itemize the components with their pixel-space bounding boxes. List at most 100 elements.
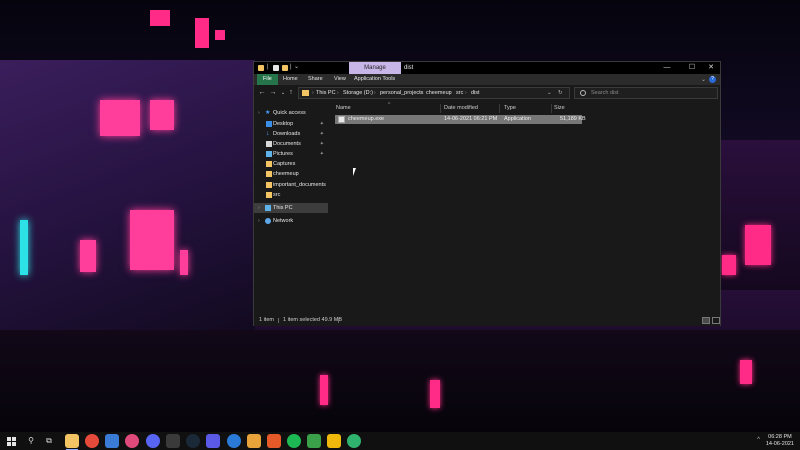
pin-icon: ✦ — [319, 131, 324, 137]
search-icon[interactable]: ⚲ — [24, 434, 38, 448]
search-icon — [580, 90, 586, 96]
recent-locations-icon[interactable]: ⌄ — [279, 88, 287, 98]
status-bar: 1 item 1 item selected 49.9 MB — [254, 315, 720, 326]
expand-icon[interactable]: › — [258, 108, 260, 118]
wallpaper-reflection — [740, 360, 752, 384]
expand-icon[interactable]: › — [258, 216, 260, 226]
task-view-icon[interactable]: ⧉ — [42, 434, 56, 448]
column-header-date-modified[interactable]: Date modified — [444, 103, 500, 113]
new-folder-icon[interactable] — [282, 65, 288, 71]
nav-item-documents[interactable]: Documents ✦ — [254, 139, 328, 149]
mouse-cursor-icon — [353, 168, 356, 176]
navigation-bar: ← → ⌄ ↑ › This PC › Storage (D:) › perso… — [254, 85, 720, 101]
column-header-name[interactable]: Name ^ — [336, 102, 441, 113]
chevron-down-icon[interactable]: ⌄ — [294, 64, 301, 71]
file-row[interactable]: cheemeup.exe 14-06-2021 06:21 PM Applica… — [335, 115, 586, 124]
breadcrumb-cheemeup[interactable]: cheemeup — [426, 88, 452, 98]
window-title: dist — [404, 65, 414, 71]
help-icon[interactable]: ? — [709, 76, 716, 83]
folder-icon — [266, 182, 272, 188]
column-divider[interactable] — [551, 104, 552, 113]
spotify-icon[interactable] — [287, 434, 301, 448]
column-divider[interactable] — [440, 104, 441, 113]
column-divider[interactable] — [499, 104, 500, 113]
breadcrumb-storage[interactable]: Storage (D:) — [343, 88, 373, 98]
nav-item-cheemeup[interactable]: cheemeup — [254, 169, 328, 179]
breadcrumb-separator: › — [312, 90, 314, 96]
app-icon[interactable] — [307, 434, 321, 448]
taskbar-clock[interactable]: 06:28 PM 14-06-2021 — [766, 434, 794, 448]
steam-icon[interactable] — [186, 434, 200, 448]
app-icon[interactable] — [206, 434, 220, 448]
manage-tab[interactable]: Manage — [349, 62, 401, 74]
tab-home[interactable]: Home — [283, 74, 298, 85]
nav-item-desktop[interactable]: Desktop ✦ — [254, 119, 328, 129]
nav-item-pictures[interactable]: Pictures ✦ — [254, 149, 328, 159]
computer-icon — [265, 205, 271, 211]
tray-chevron-icon[interactable]: ^ — [757, 437, 760, 443]
breadcrumb-this-pc[interactable]: This PC — [316, 88, 336, 98]
documents-icon — [266, 141, 272, 147]
nav-label: Captures — [273, 161, 296, 167]
chrome-icon[interactable] — [85, 434, 99, 448]
wallpaper-window — [130, 210, 174, 270]
nav-item-this-pc[interactable]: › This PC — [254, 203, 328, 213]
column-header-type[interactable]: Type — [504, 103, 549, 113]
up-arrow-icon[interactable]: ↑ — [287, 88, 295, 98]
wallpaper-neon-sign — [722, 255, 736, 275]
sort-ascending-icon: ^ — [388, 102, 391, 108]
app-icon[interactable] — [227, 434, 241, 448]
tab-file[interactable]: File — [257, 74, 278, 85]
nav-item-network[interactable]: › Network — [254, 216, 328, 226]
properties-icon[interactable] — [273, 65, 279, 71]
app-icon[interactable] — [347, 434, 361, 448]
vscode-icon[interactable] — [105, 434, 119, 448]
nav-item-captures[interactable]: Captures — [254, 159, 328, 169]
address-dropdown-icon[interactable]: ⌄ — [547, 88, 552, 98]
app-icon[interactable] — [125, 434, 139, 448]
clock-date: 14-06-2021 — [765, 441, 794, 447]
wallpaper-neon-block — [215, 30, 225, 40]
file-explorer-icon[interactable] — [65, 434, 79, 450]
star-icon: ★ — [265, 110, 271, 116]
details-view-button[interactable] — [702, 317, 710, 324]
tab-share[interactable]: Share — [308, 74, 323, 85]
app-icon[interactable] — [267, 434, 281, 448]
epic-games-icon[interactable] — [166, 434, 180, 448]
nav-label: src — [273, 192, 281, 198]
nav-label: Desktop — [273, 121, 294, 127]
nav-item-quick-access[interactable]: › ★ Quick access — [254, 108, 328, 118]
wallpaper-neon-sign — [80, 240, 96, 272]
large-icons-view-button[interactable] — [712, 317, 720, 324]
wallpaper-window — [100, 100, 140, 136]
start-button[interactable] — [5, 434, 19, 448]
ribbon-expand-icon[interactable]: ⌄ — [701, 76, 706, 83]
tab-view[interactable]: View — [334, 74, 346, 85]
wallpaper-reflection — [430, 380, 440, 408]
breadcrumb-separator: › — [337, 90, 339, 96]
breadcrumb-dist[interactable]: dist — [471, 88, 480, 98]
address-bar[interactable]: › This PC › Storage (D:) › personal_proj… — [298, 87, 570, 99]
column-header-size[interactable]: Size — [554, 103, 582, 113]
back-arrow-icon[interactable]: ← — [258, 88, 266, 98]
nav-label: Downloads — [273, 131, 301, 137]
breadcrumb-personal-projects[interactable]: personal_projects — [380, 88, 423, 98]
nav-item-src[interactable]: src — [254, 190, 328, 200]
search-input[interactable]: Search dist — [574, 87, 718, 99]
nav-item-downloads[interactable]: ↓ Downloads ✦ — [254, 129, 328, 139]
file-list[interactable]: Name ^ Date modified Type Size cheemeup.… — [333, 102, 720, 315]
close-button[interactable]: ✕ — [700, 62, 722, 74]
forward-arrow-icon[interactable]: → — [269, 88, 277, 98]
discord-icon[interactable] — [146, 434, 160, 448]
minimize-button[interactable]: — — [656, 62, 678, 74]
tab-application-tools[interactable]: Application Tools — [354, 74, 395, 85]
refresh-icon[interactable]: ↻ — [558, 88, 563, 98]
title-bar[interactable]: | | ⌄ Manage dist — ☐ ✕ — [254, 62, 720, 74]
folder-icon — [266, 192, 272, 198]
expand-icon[interactable]: › — [258, 203, 260, 213]
nav-item-important-documents[interactable]: important_documents — [254, 180, 328, 190]
breadcrumb-src[interactable]: src — [456, 88, 463, 98]
breadcrumb-separator: › — [450, 90, 452, 96]
app-icon[interactable] — [327, 434, 341, 448]
sublime-icon[interactable] — [247, 434, 261, 448]
